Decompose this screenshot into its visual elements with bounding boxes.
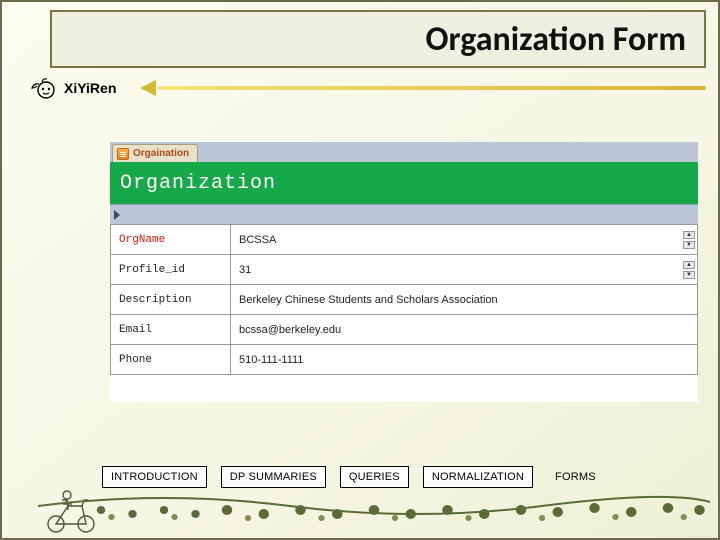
vine-decoration bbox=[38, 488, 710, 528]
nav-normalization[interactable]: NORMALIZATION bbox=[423, 466, 533, 488]
chevron-up-icon: ▲ bbox=[683, 231, 695, 239]
field-label: OrgName bbox=[111, 225, 231, 255]
field-label: Profile_id bbox=[111, 255, 231, 285]
field-value-text: bcssa@berkeley.edu bbox=[239, 324, 341, 336]
form-record-nav[interactable] bbox=[110, 204, 698, 224]
form-title: Organization bbox=[110, 162, 698, 204]
chevron-right-icon bbox=[114, 210, 120, 220]
field-value[interactable]: 31▲▼ bbox=[231, 255, 698, 285]
title-box: Organization Form bbox=[50, 10, 706, 68]
form-tab-label: Orgaination bbox=[133, 148, 189, 159]
chevron-down-icon: ▼ bbox=[683, 241, 695, 249]
chevron-down-icon: ▼ bbox=[683, 271, 695, 279]
field-value[interactable]: bcssa@berkeley.edu bbox=[231, 315, 698, 345]
logo-text: XiYiRen bbox=[64, 80, 116, 96]
form-row: Profile_id31▲▼ bbox=[111, 255, 698, 285]
field-value-text: Berkeley Chinese Students and Scholars A… bbox=[239, 294, 498, 306]
mascot-icon bbox=[30, 76, 58, 100]
logo-row: XiYiRen bbox=[30, 70, 706, 106]
form-icon bbox=[117, 148, 129, 160]
field-label: Description bbox=[111, 285, 231, 315]
field-value-text: BCSSA bbox=[239, 234, 276, 246]
field-value[interactable]: BCSSA▲▼ bbox=[231, 225, 698, 255]
field-label: Email bbox=[111, 315, 231, 345]
timeline-arrow bbox=[140, 85, 706, 91]
spinner[interactable]: ▲▼ bbox=[683, 261, 695, 279]
nav-introduction[interactable]: INTRODUCTION bbox=[102, 466, 207, 488]
page-title: Organization Form bbox=[426, 19, 686, 60]
field-value-text: 510-111-1111 bbox=[239, 354, 303, 366]
form-row: Phone 510-111-1111 bbox=[111, 345, 698, 375]
slide: Organization Form XiYiRen Orgaination bbox=[0, 0, 720, 540]
bottom-nav: INTRODUCTION DP SUMMARIES QUERIES NORMAL… bbox=[102, 464, 678, 490]
field-label: Phone bbox=[111, 345, 231, 375]
form-fields-table: OrgNameBCSSA▲▼Profile_id31▲▼DescriptionB… bbox=[110, 224, 698, 375]
nav-dp-summaries[interactable]: DP SUMMARIES bbox=[221, 466, 326, 488]
form-tab-organization[interactable]: Orgaination bbox=[112, 144, 198, 162]
arrow-left-icon bbox=[140, 80, 156, 96]
field-value[interactable]: 510-111-1111 bbox=[231, 345, 698, 375]
arrow-line bbox=[158, 86, 706, 90]
form-row: Description Berkeley Chinese Students and… bbox=[111, 285, 698, 315]
nav-forms[interactable]: FORMS bbox=[547, 467, 604, 487]
nav-queries[interactable]: QUERIES bbox=[340, 466, 409, 488]
form-tab-bar: Orgaination bbox=[110, 142, 698, 162]
form-row: OrgNameBCSSA▲▼ bbox=[111, 225, 698, 255]
field-value[interactable]: Berkeley Chinese Students and Scholars A… bbox=[231, 285, 698, 315]
form-row: Email bcssa@berkeley.edu bbox=[111, 315, 698, 345]
field-value-text: 31 bbox=[239, 264, 251, 276]
form-screenshot: Orgaination Organization OrgNameBCSSA▲▼P… bbox=[110, 142, 698, 402]
chevron-up-icon: ▲ bbox=[683, 261, 695, 269]
spinner[interactable]: ▲▼ bbox=[683, 231, 695, 249]
